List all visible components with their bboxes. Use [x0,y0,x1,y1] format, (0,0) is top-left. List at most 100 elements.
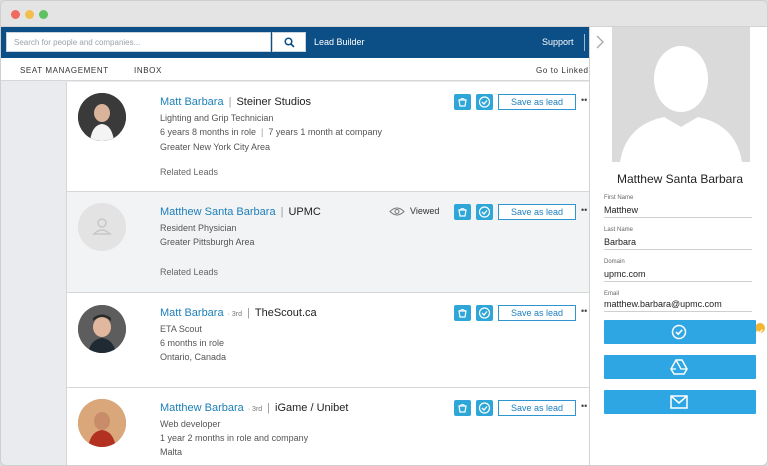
lead-name-link[interactable]: Matt Barbara [160,96,224,108]
confirm-lead-button[interactable] [604,320,756,344]
lead-location: Malta [160,447,183,457]
lead-location: Greater Pittsburgh Area [160,237,255,247]
mark-checked-button[interactable] [476,204,493,220]
lead-tenure: 6 years 8 months in role | 7 years 1 month… [160,127,382,137]
search-icon [284,37,295,48]
profile-photo-placeholder [612,27,750,162]
crm-action-button[interactable] [454,305,471,321]
check-circle-icon [478,402,491,414]
save-as-lead-button[interactable]: Save as lead [498,400,576,416]
domain-label: Domain [604,259,625,265]
domain-field[interactable]: upmc.com [604,269,752,282]
more-options-button[interactable]: •• [581,205,589,215]
last-name-field[interactable]: Barbara [604,237,752,250]
check-circle-icon [478,206,491,218]
viewed-indicator: Viewed [389,206,439,217]
save-to-drive-button[interactable] [604,355,756,379]
nav-divider [584,34,585,51]
minimize-window-button[interactable] [25,10,34,19]
save-as-lead-button[interactable]: Save as lead [498,204,576,220]
tab-inbox[interactable]: INBOX [134,66,162,75]
more-options-button[interactable]: •• [581,95,589,105]
lead-name-link[interactable]: Matthew Barbara [160,402,244,414]
lead-company[interactable]: iGame / Unibet [275,402,348,414]
avatar[interactable] [78,93,126,141]
lead-location: Ontario, Canada [160,352,227,362]
lead-company[interactable]: UPMC [288,206,320,218]
name-separator: | [267,402,271,414]
name-separator: | [228,96,232,108]
title-bar [1,1,767,27]
lead-card: Matt Barbara | Steiner Studios Lighting an… [67,82,590,192]
connection-degree: · 3rd [247,406,263,413]
chevron-right-icon[interactable] [595,35,605,49]
mark-checked-button[interactable] [476,400,493,416]
save-as-lead-button[interactable]: Save as lead [498,305,576,321]
send-email-button[interactable] [604,390,756,414]
sub-navigation: SEAT MANAGEMENT INBOX Go to Linked [1,58,589,81]
name-separator: | [280,206,284,218]
lead-tenure: 6 months in role [160,338,225,348]
lead-title: Web developer [160,419,221,429]
first-name-label: First Name [604,195,634,201]
lead-results-list: Matt Barbara | Steiner Studios Lighting an… [66,82,590,465]
bucket-icon [458,208,467,217]
lead-card: Matthew Barbara · 3rd | iGame / Unibet Web … [67,388,590,465]
email-label: Email [604,291,620,297]
bucket-icon [458,309,467,318]
lead-card-selected: Matthew Santa Barbara | UPMC Viewed Reside… [67,192,590,293]
related-leads-link[interactable]: Related Leads [160,267,218,277]
name-separator: | [247,307,250,319]
lead-title: Lighting and Grip Technician [160,113,274,123]
email-field[interactable]: matthew.barbara@upmc.com [604,299,752,312]
check-circle-icon [478,307,491,319]
lead-tenure: 1 year 2 months in role and company [160,433,309,443]
lead-detail-panel: Matthew Santa Barbara First Name Matthew… [589,27,767,465]
check-circle-icon [671,324,687,340]
email-verified-icon [755,323,765,334]
go-to-linkedin-link[interactable]: Go to Linked [536,66,589,75]
related-leads-link[interactable]: Related Leads [160,167,218,177]
envelope-icon [670,395,688,409]
bucket-icon [458,98,467,107]
avatar-placeholder[interactable] [78,203,126,251]
lead-name-link[interactable]: Matthew Santa Barbara [160,206,276,218]
support-link[interactable]: Support [542,37,574,47]
google-drive-icon [670,359,688,375]
top-navigation: Search for people and companies... Lead … [1,27,589,58]
avatar[interactable] [78,305,126,353]
lead-builder-link[interactable]: Lead Builder [314,37,365,47]
avatar[interactable] [78,399,126,447]
lead-name-link[interactable]: Matt Barbara [160,307,224,319]
maximize-window-button[interactable] [39,10,48,19]
tab-seat-management[interactable]: SEAT MANAGEMENT [20,66,109,75]
mark-checked-button[interactable] [476,305,493,321]
search-input[interactable]: Search for people and companies... [6,32,271,52]
panel-full-name: Matthew Santa Barbara [616,172,744,186]
crm-action-button[interactable] [454,204,471,220]
last-name-label: Last Name [604,227,634,233]
bucket-icon [458,404,467,413]
more-options-button[interactable]: •• [581,306,589,316]
lead-location: Greater New York City Area [160,142,271,152]
save-as-lead-button[interactable]: Save as lead [498,94,576,110]
app-window: Search for people and companies... Lead … [0,0,768,466]
crm-action-button[interactable] [454,400,471,416]
check-circle-icon [478,96,491,108]
more-options-button[interactable]: •• [581,401,589,411]
lead-company[interactable]: Steiner Studios [236,96,311,108]
person-icon [78,203,126,251]
lead-title: ETA Scout [160,324,202,334]
lead-card: Matt Barbara · 3rd | TheScout.ca ETA Scout … [67,293,590,388]
eye-icon [389,207,405,216]
lead-company[interactable]: TheScout.ca [255,307,317,319]
close-window-button[interactable] [11,10,20,19]
person-silhouette-icon [612,27,750,162]
mark-checked-button[interactable] [476,94,493,110]
crm-action-button[interactable] [454,94,471,110]
search-button[interactable] [272,32,306,52]
connection-degree: · 3rd [227,311,242,318]
lead-title: Resident Physician [160,223,237,233]
first-name-field[interactable]: Matthew [604,205,752,218]
left-gutter [1,82,66,465]
